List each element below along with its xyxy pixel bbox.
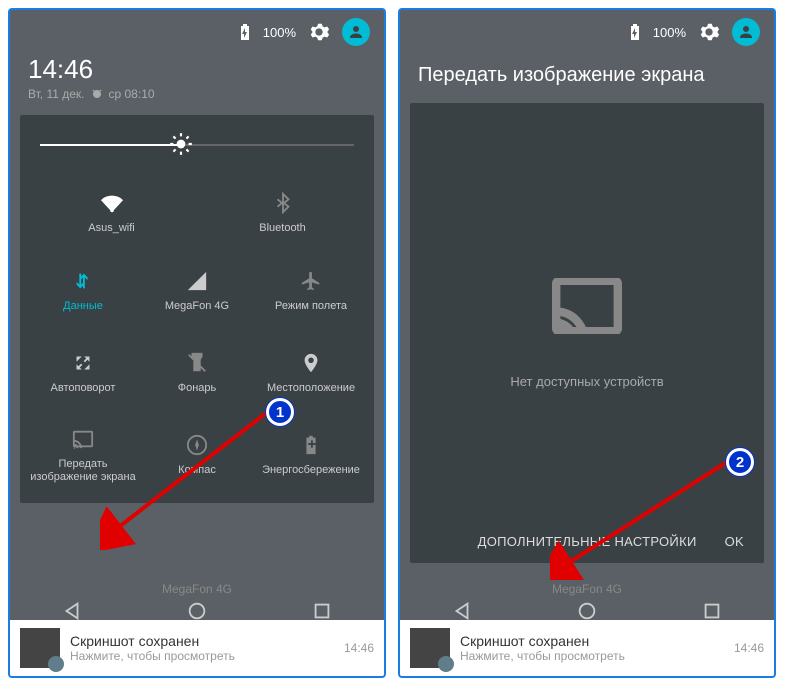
notification[interactable]: Скриншот сохранен Нажмите, чтобы просмот… <box>10 620 384 676</box>
notification-subtitle: Нажмите, чтобы просмотреть <box>70 649 334 663</box>
recents-icon[interactable] <box>311 600 333 622</box>
airplane-icon <box>300 270 322 292</box>
clock-area: 14:46 Вт, 11 дек. ср 08:10 <box>10 54 384 115</box>
bluetooth-icon <box>272 192 294 214</box>
notification-time: 14:46 <box>344 641 374 655</box>
settings-icon[interactable] <box>308 21 330 43</box>
tile-label: Asus_wifi <box>88 222 134 235</box>
battery-charging-icon <box>239 24 251 40</box>
tile-label: MegaFon 4G <box>165 300 229 313</box>
signal-icon <box>186 270 208 292</box>
data-icon <box>72 270 94 292</box>
brightness-icon <box>168 131 194 157</box>
cast-icon <box>72 428 94 450</box>
phone-right: 100% Передать изображение экрана Нет дос… <box>398 8 776 678</box>
notification-time: 14:46 <box>734 641 764 655</box>
notification[interactable]: Скриншот сохранен Нажмите, чтобы просмот… <box>400 620 774 676</box>
tile-label: Фонарь <box>178 382 217 395</box>
wifi-icon <box>101 192 123 214</box>
notification-title: Скриншот сохранен <box>460 633 724 649</box>
recents-icon[interactable] <box>701 600 723 622</box>
home-icon[interactable] <box>186 600 208 622</box>
battery-percentage: 100% <box>263 25 296 40</box>
tile-label: Местоположение <box>267 382 355 395</box>
cast-empty-text: Нет доступных устройств <box>510 374 663 389</box>
flashlight-icon <box>186 352 208 374</box>
notification-title: Скриншот сохранен <box>70 633 334 649</box>
tile-bluetooth[interactable]: Bluetooth <box>199 175 366 253</box>
tile-label: Автоповорот <box>51 382 116 395</box>
tile-cellular[interactable]: MegaFon 4G <box>142 253 252 331</box>
notification-thumbnail <box>20 628 60 668</box>
tile-airplane[interactable]: Режим полета <box>256 253 366 331</box>
back-icon[interactable] <box>61 600 83 622</box>
home-icon[interactable] <box>576 600 598 622</box>
status-bar: 100% <box>10 10 384 54</box>
notification-thumbnail <box>410 628 450 668</box>
tile-wifi[interactable]: Asus_wifi <box>28 175 195 253</box>
rotate-icon <box>72 352 94 374</box>
battery-charging-icon <box>629 24 641 40</box>
back-icon[interactable] <box>451 600 473 622</box>
annotation-marker-1: 1 <box>266 398 294 426</box>
annotation-marker-2: 2 <box>726 448 754 476</box>
alarm-icon <box>91 88 103 100</box>
location-icon <box>300 352 322 374</box>
tile-label: Данные <box>63 300 103 313</box>
clock-time: 14:46 <box>28 54 366 85</box>
status-bar: 100% <box>400 10 774 54</box>
tile-data[interactable]: Данные <box>28 253 138 331</box>
user-avatar[interactable] <box>342 18 370 46</box>
settings-icon[interactable] <box>698 21 720 43</box>
brightness-slider[interactable] <box>40 129 354 159</box>
user-avatar[interactable] <box>732 18 760 46</box>
cast-empty-icon <box>552 278 622 334</box>
clock-date: Вт, 11 дек. <box>28 87 85 101</box>
tile-label: Режим полета <box>275 300 347 313</box>
battery-saver-icon <box>300 434 322 456</box>
battery-percentage: 100% <box>653 25 686 40</box>
tile-label: Bluetooth <box>259 222 305 235</box>
cast-title: Передать изображение экрана <box>400 54 774 103</box>
notification-subtitle: Нажмите, чтобы просмотреть <box>460 649 724 663</box>
alarm-time: ср 08:10 <box>109 87 155 101</box>
phone-left: 100% 14:46 Вт, 11 дек. ср 08:10 Asus_wif… <box>8 8 386 678</box>
